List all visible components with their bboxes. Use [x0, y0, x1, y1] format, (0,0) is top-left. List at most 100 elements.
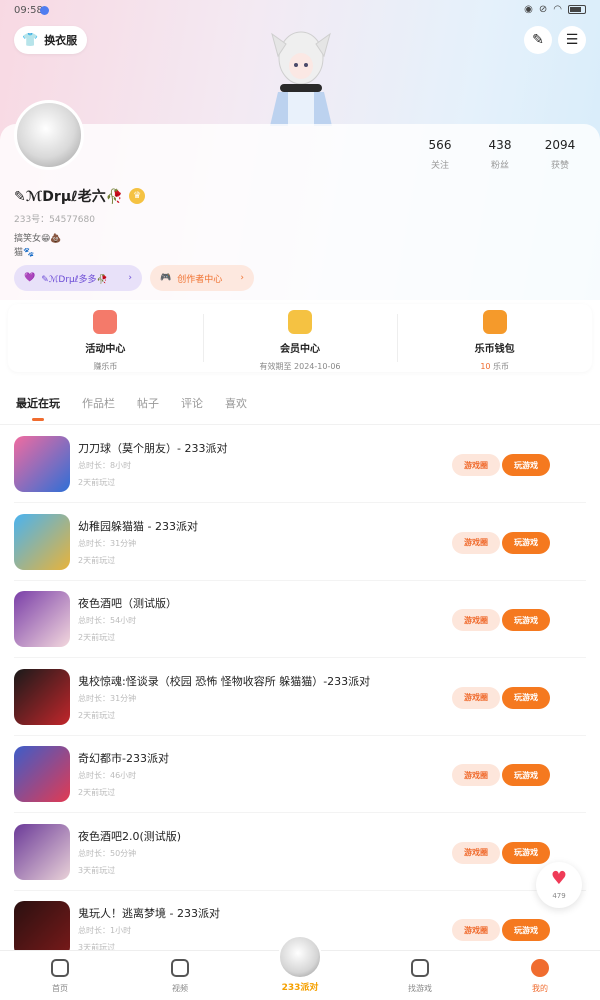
row-divider [14, 734, 586, 736]
eye-icon: ◉ [524, 4, 533, 15]
stat-fans-label: 粉丝 [490, 161, 509, 171]
row-divider [14, 812, 586, 813]
game-thumbnail[interactable] [14, 823, 70, 880]
edit-profile-button[interactable]: ✎ [524, 26, 552, 54]
stat-following-value: 566 [428, 138, 452, 152]
nav-home[interactable]: 首页 [0, 951, 120, 1000]
game-circle-button[interactable]: 游戏圈 [452, 454, 500, 476]
crown-icon[interactable]: ♛ [129, 188, 146, 204]
user-avatar[interactable] [14, 100, 84, 170]
creator-center-button[interactable]: 🎮 创作者中心 › [150, 265, 254, 291]
chevron-right-icon: › [128, 273, 132, 283]
party-popper-icon [93, 310, 118, 334]
game-circle-button[interactable]: 游戏圈 [452, 919, 500, 941]
game-row[interactable]: 刀刀球（莫个朋友）- 233派对 总时长：8小时 2天前玩过 游戏圈 玩游戏 [14, 436, 586, 514]
game-row[interactable]: 夜色酒吧2.0(测试版) 总时长：50分钟 3天前玩过 游戏圈 玩游戏 [14, 823, 586, 902]
game-duration: 总时长：50分钟 [78, 848, 137, 858]
game-row[interactable]: 奇幻都市-233派对 总时长：46小时 2天前玩过 游戏圈 玩游戏 [14, 746, 586, 824]
game-duration: 总时长：8小时 [78, 461, 132, 470]
game-thumbnail[interactable] [14, 901, 70, 957]
profile-content: 最近在玩 作品栏 帖子 评论 喜欢 刀刀球（莫个朋友）- 233派对 总时长：8小… [0, 384, 600, 968]
game-circle-button[interactable]: 游戏圈 [452, 841, 500, 864]
status-bar: 09:58 ◉ ⊘ ◠ [0, 0, 600, 22]
profile-tabs: 最近在玩 作品栏 帖子 评论 喜欢 [16, 395, 247, 421]
stat-following-label: 关注 [430, 161, 449, 171]
activity-center-sub: 赚乐币 [93, 362, 118, 371]
profile-stats: 566 关注 438 粉丝 2094 获赞 [410, 138, 590, 171]
activity-center-button[interactable]: 活动中心 赚乐币 [8, 304, 203, 372]
coin-wallet-title: 乐币钱包 [474, 344, 515, 355]
tab-likes[interactable]: 喜欢 [225, 395, 247, 411]
game-row[interactable]: 鬼校惊魂:怪谈录（校园 恐怖 怪物收容所 躲猫猫）-233派对 总时长：31分钟 2… [14, 668, 586, 747]
stat-likes-value: 2094 [544, 138, 576, 152]
game-thumbnail[interactable] [14, 746, 70, 802]
play-game-button[interactable]: 玩游戏 [502, 841, 550, 864]
nav-video[interactable]: 视频 [120, 951, 240, 1000]
play-game-button[interactable]: 玩游戏 [502, 531, 550, 554]
game-duration: 总时长：54小时 [78, 616, 137, 625]
stat-likes[interactable]: 2094 获赞 [530, 138, 590, 171]
game-thumbnail[interactable] [14, 513, 70, 570]
wifi-icon: ◠ [553, 4, 562, 15]
stat-likes-label: 获赞 [550, 161, 569, 171]
game-circle-button[interactable]: 游戏圈 [452, 609, 500, 631]
play-game-button[interactable]: 玩游戏 [502, 686, 550, 709]
wallet-icon [482, 310, 507, 334]
stat-fans[interactable]: 438 粉丝 [470, 138, 530, 171]
avatar-3d-character[interactable] [258, 26, 344, 126]
status-time: 09:58 [14, 5, 43, 16]
stat-following[interactable]: 566 关注 [410, 138, 470, 171]
game-circle-button[interactable]: 游戏圈 [452, 531, 500, 554]
game-last-played: 2天前玩过 [78, 788, 116, 797]
game-circle-button[interactable]: 游戏圈 [452, 686, 500, 709]
tab-comments[interactable]: 评论 [181, 395, 203, 411]
game-name: 奇幻都市-233派对 [78, 752, 169, 765]
activity-center-title: 活动中心 [85, 344, 126, 355]
game-name: 夜色酒吧（测试版） [78, 597, 177, 610]
nav-party-label: 233派对 [281, 983, 319, 993]
menu-button[interactable]: ☰ [558, 26, 586, 54]
game-duration: 总时长：31分钟 [78, 693, 137, 703]
coin-wallet-unit: 乐币 [493, 362, 510, 371]
game-duration: 总时长：1小时 [78, 926, 132, 935]
tab-posts[interactable]: 帖子 [137, 395, 159, 411]
game-last-played: 3天前玩过 [78, 865, 116, 875]
row-divider [14, 657, 586, 658]
nav-video-label: 视频 [172, 984, 188, 993]
change-outfit-label: 换衣服 [44, 34, 78, 47]
nav-party[interactable]: 233派对 [240, 935, 360, 1000]
play-game-button[interactable]: 玩游戏 [502, 764, 550, 786]
game-name: 鬼玩人！逃离梦境 - 233派对 [78, 907, 220, 920]
game-last-played: 2天前玩过 [78, 555, 116, 565]
game-row[interactable]: 夜色酒吧（测试版） 总时长：54小时 2天前玩过 游戏圈 玩游戏 [14, 591, 586, 669]
heart-icon: 💜 [24, 273, 36, 283]
change-outfit-button[interactable]: 👕 换衣服 [14, 26, 88, 54]
game-thumbnail[interactable] [14, 668, 70, 725]
nav-mine[interactable]: 我的 [480, 951, 600, 1000]
member-center-button[interactable]: 会员中心 有效期至 2024-10-06 [202, 304, 398, 372]
nav-mine-label: 我的 [532, 984, 548, 993]
game-thumbnail[interactable] [14, 436, 70, 492]
member-center-title: 会员中心 [280, 344, 320, 355]
nav-home-label: 首页 [52, 984, 68, 993]
quick-actions-bar: 活动中心 赚乐币 会员中心 有效期至 2024-10-06 乐币钱包 10 乐币 [8, 304, 592, 372]
friend-pill-label: ✎ℳDrμℓ多多🥀 [41, 274, 108, 285]
friend-pill-button[interactable]: 💜 ✎ℳDrμℓ多多🥀 › [14, 265, 142, 291]
row-divider [14, 579, 586, 581]
game-thumbnail[interactable] [14, 591, 70, 647]
row-divider [14, 889, 586, 891]
nav-find-games[interactable]: 找游戏 [360, 951, 480, 1000]
tab-works[interactable]: 作品栏 [82, 395, 115, 411]
floating-like-button[interactable]: ♥ 479 [536, 862, 582, 908]
play-game-button[interactable]: 玩游戏 [502, 454, 550, 476]
tab-recent[interactable]: 最近在玩 [16, 395, 60, 421]
game-last-played: 2天前玩过 [78, 478, 116, 487]
game-circle-button[interactable]: 游戏圈 [452, 764, 500, 786]
game-name: 夜色酒吧2.0(测试版) [78, 829, 182, 843]
tab-divider [0, 424, 600, 425]
play-game-button[interactable]: 玩游戏 [502, 919, 550, 941]
game-row[interactable]: 幼稚园躲猫猫 - 233派对 总时长：31分钟 2天前玩过 游戏圈 玩游戏 [14, 513, 586, 592]
coin-wallet-button[interactable]: 乐币钱包 10 乐币 [397, 304, 592, 372]
play-game-button[interactable]: 玩游戏 [502, 609, 550, 631]
crown-icon [288, 310, 312, 334]
